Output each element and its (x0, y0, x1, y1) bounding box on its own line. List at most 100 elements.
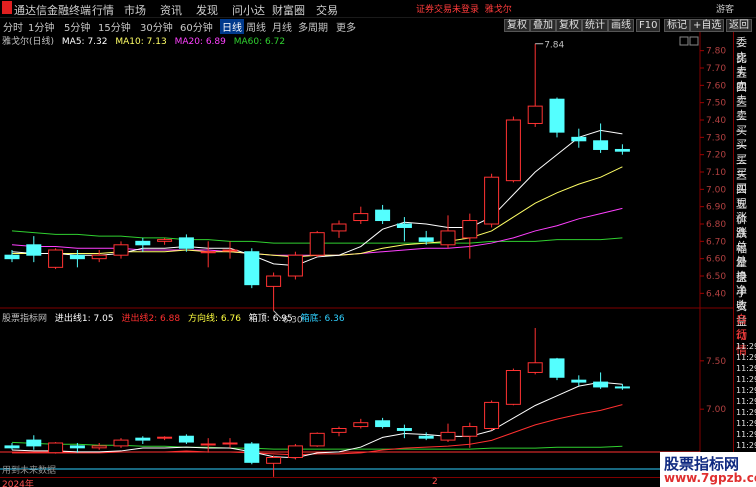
candle-body (266, 275, 282, 287)
sub-candle-body (309, 432, 325, 447)
menu-hangqing[interactable]: 行情 (92, 2, 114, 18)
axis-label: 6.50 (706, 272, 726, 282)
app-title: 通达信金融终端 (14, 4, 91, 17)
kline-chart[interactable]: 7.80 7.70 7.60 7.50 7.40 7.30 7.20 7.10 7.00 6.90… (0, 32, 733, 477)
sub-candle-body (48, 442, 64, 454)
candle-body (26, 244, 42, 256)
sub-axis-label: 7.50 (706, 357, 726, 367)
low-label: 6.30 (283, 316, 303, 326)
candle-body (91, 254, 107, 260)
tick-time: 11:29 (736, 375, 756, 384)
candle-body (135, 240, 151, 246)
high-label: 7.84 (544, 41, 564, 51)
sub-candle-body (266, 457, 282, 464)
btn-fuquan-first[interactable]: 复权 (504, 19, 530, 32)
axis-label: 6.60 (706, 255, 726, 265)
title-stock-name: 雅戈尔 (484, 5, 512, 15)
sub-candle-body (222, 442, 238, 445)
sub-candle-body (178, 435, 194, 443)
sub-candle-body (549, 358, 565, 378)
maximize-icon[interactable] (679, 36, 689, 46)
sub-candle-body (135, 437, 151, 441)
axis-label: 7.70 (706, 64, 726, 74)
btn-huaxian[interactable]: 画线 (608, 19, 634, 32)
sub-candle-body (375, 420, 391, 428)
candle-body (287, 254, 303, 277)
axis-label: 7.80 (706, 47, 726, 57)
candle-body (157, 239, 173, 242)
site-watermark: 股票指标网 www.7gpzb.com (660, 452, 756, 487)
menu-jiaoyi[interactable]: 交易 (316, 2, 338, 18)
btn-back[interactable]: 返回 (726, 19, 752, 32)
sub-candle-body (571, 379, 587, 383)
candle-body (48, 249, 64, 268)
candle-body (244, 251, 260, 286)
sub-candle-body (244, 443, 260, 463)
axis-label: 6.90 (706, 203, 726, 213)
trade-login-warning[interactable]: 证券交易未登录 雅戈尔 (416, 2, 512, 15)
restore-icon[interactable] (689, 36, 699, 46)
sub-candle-body (484, 401, 500, 429)
sub-candle-body (593, 381, 609, 388)
menu-wenxiaoda[interactable]: 问小达 (232, 2, 265, 18)
sub-candle-body (353, 422, 369, 428)
main-price-axis: 7.80 7.70 7.60 7.50 7.40 7.30 7.20 7.10 7.00 6.90… (700, 47, 726, 299)
sub-candle-body (69, 445, 85, 449)
btn-f10[interactable]: F10 (636, 19, 661, 32)
tick-time: 11:29 (736, 397, 756, 406)
candle-body (178, 237, 194, 249)
axis-label: 7.20 (706, 151, 726, 161)
axis-label: 7.40 (706, 116, 726, 126)
candle-body (614, 148, 630, 152)
sub-indicator (0, 327, 700, 477)
candle-body (113, 244, 129, 256)
btn-tongji[interactable]: 统计 (582, 19, 608, 32)
title-bar: 通达信金融终端 行情 市场 资讯 发现 问小达 财富圈 交易 证券交易未登录 雅… (0, 0, 756, 17)
sub-candle-body (505, 370, 521, 405)
sub-candle-body (4, 445, 20, 449)
date-axis: 2024年 2 (0, 477, 733, 487)
candle-body (593, 140, 609, 150)
sub-candle-body (396, 428, 412, 431)
menu-faxian[interactable]: 发现 (196, 2, 218, 18)
sub-candle-body (287, 445, 303, 458)
year-label: 2024年 (2, 480, 34, 487)
btn-fuquan[interactable]: 复权 (556, 19, 582, 32)
btn-biaoji[interactable]: 标记 (664, 19, 690, 32)
future-data-note: 用到未来数据 (2, 464, 56, 476)
candle-body (222, 249, 238, 252)
period-toolbar: 分时 1分钟 5分钟 15分钟 30分钟 60分钟 日线 周线 月线 多周期 更… (0, 17, 756, 34)
tick-time: 11:29 (736, 419, 756, 428)
sub-candle-body (157, 436, 173, 439)
axis-label: 7.30 (706, 133, 726, 143)
sub-candle-body (418, 435, 434, 439)
month-label: 2 (432, 477, 438, 487)
axis-label: 7.00 (706, 185, 726, 195)
sub-price-axis: 7.50 7.00 (700, 357, 726, 415)
menu-zixun[interactable]: 资讯 (160, 2, 182, 18)
menu-caifuquan[interactable]: 财富圈 (272, 2, 305, 18)
candle-body (331, 223, 347, 232)
btn-diejia[interactable]: 叠加 (530, 19, 556, 32)
candle-body (309, 232, 325, 256)
low-pointer (273, 310, 282, 320)
tick-time: 11:29 (736, 386, 756, 395)
candle-body (375, 209, 391, 222)
sub-candle-body (200, 443, 216, 446)
candle-body (440, 230, 456, 246)
app-logo-icon (2, 1, 12, 14)
axis-label: 6.80 (706, 220, 726, 230)
tick-time: 11:29 (736, 408, 756, 417)
axis-label: 6.70 (706, 237, 726, 247)
candle-body (549, 98, 565, 133)
menu-shichang[interactable]: 市场 (124, 2, 146, 18)
candle-body (484, 176, 500, 225)
guest-label[interactable]: 游客 (716, 2, 734, 15)
btn-add-favorite[interactable]: +自选 (690, 19, 725, 32)
candle-body (396, 223, 412, 228)
sub-candle-body (440, 431, 456, 441)
tick-time: 11:29 (736, 441, 756, 450)
candle-body (200, 251, 216, 254)
tick-time: 11:29 (736, 353, 756, 362)
panel-controls[interactable] (679, 36, 699, 46)
